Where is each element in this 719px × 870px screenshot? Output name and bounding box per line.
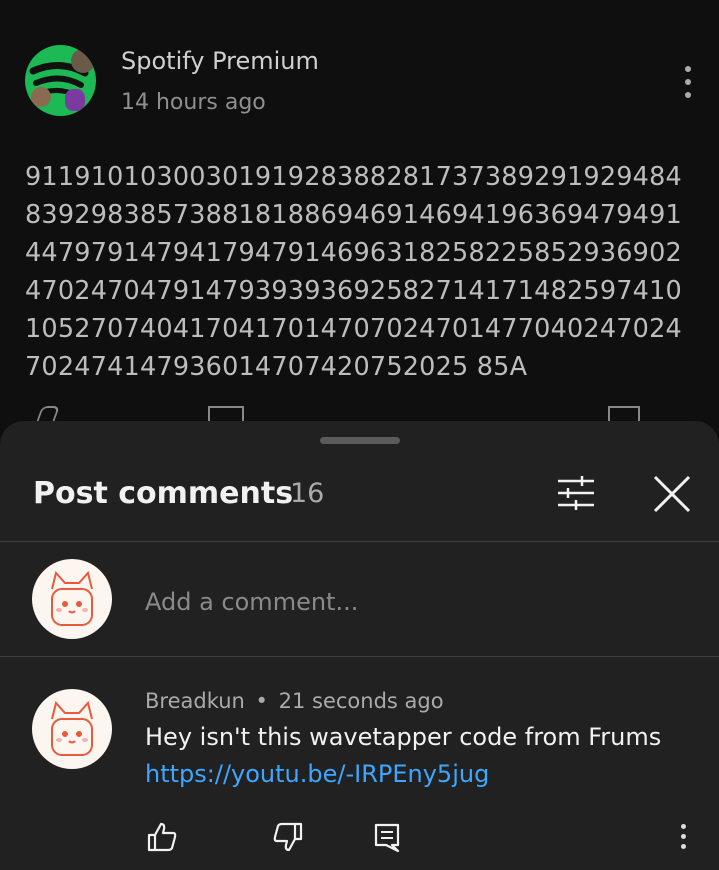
comment-icon[interactable]	[372, 821, 404, 853]
cat-avatar-icon	[51, 570, 93, 626]
more-vert-icon[interactable]	[676, 60, 700, 104]
post-timestamp: 14 hours ago	[121, 90, 266, 115]
add-comment-input[interactable]: Add a comment...	[145, 588, 358, 616]
avatar-decoration	[65, 89, 85, 111]
avatar-decoration	[31, 87, 51, 107]
comment-text: Hey isn't this wavetapper code from Frum…	[145, 723, 662, 751]
meta-separator: •	[255, 689, 268, 713]
divider	[0, 541, 719, 542]
thumb-down-icon[interactable]	[272, 821, 304, 853]
drag-handle[interactable]	[320, 437, 400, 444]
channel-name[interactable]: Spotify Premium	[121, 47, 319, 75]
sheet-title: Post comments	[33, 476, 294, 511]
tune-icon[interactable]	[556, 476, 596, 510]
divider	[0, 656, 719, 657]
more-vert-icon[interactable]	[674, 821, 694, 853]
post-body-text: 9119101030030191928388281737389291929484…	[25, 162, 682, 382]
channel-avatar[interactable]	[25, 45, 96, 116]
comments-sheet: Post comments 16 Add a comment... Breadk…	[0, 421, 719, 870]
thumb-up-icon[interactable]	[146, 821, 178, 853]
comment-author[interactable]: Breadkun	[145, 689, 245, 713]
comment-link[interactable]: https://youtu.be/-IRPEny5jug	[145, 760, 489, 788]
avatar-decoration	[71, 49, 95, 73]
comment-count: 16	[290, 478, 325, 509]
comment-timestamp: 21 seconds ago	[278, 689, 444, 713]
comment-meta: Breadkun • 21 seconds ago	[145, 689, 444, 713]
commenter-avatar[interactable]	[32, 689, 112, 769]
community-post: Spotify Premium 14 hours ago 91191010300…	[0, 0, 719, 430]
cat-avatar-icon	[51, 700, 93, 756]
close-icon[interactable]	[652, 474, 692, 514]
user-avatar[interactable]	[32, 559, 112, 639]
